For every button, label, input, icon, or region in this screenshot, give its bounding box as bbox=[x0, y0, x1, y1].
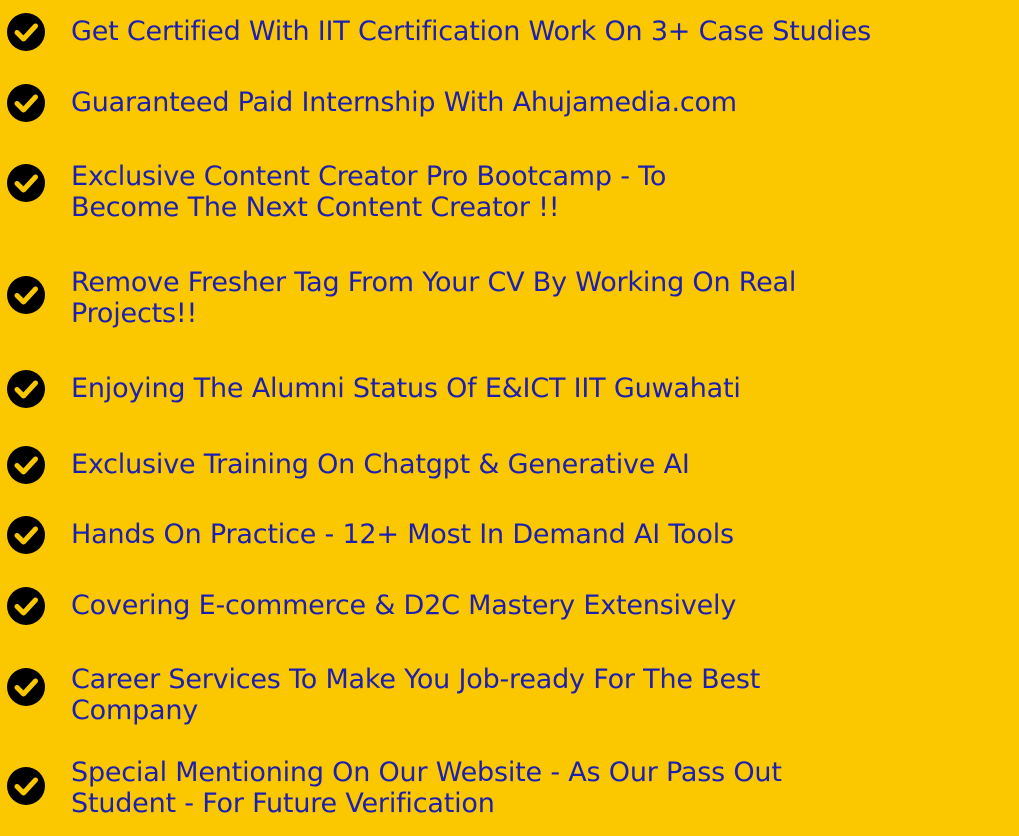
check-circle-icon bbox=[7, 767, 45, 805]
benefits-page: Get Certified With IIT Certification Wor… bbox=[0, 0, 1019, 836]
check-circle-icon bbox=[7, 164, 45, 202]
check-circle-icon bbox=[7, 446, 45, 484]
check-circle-icon bbox=[7, 13, 45, 51]
check-circle-icon bbox=[7, 668, 45, 706]
benefit-label: Enjoying The Alumni Status Of E&ICT IIT … bbox=[71, 373, 741, 404]
benefit-label: Special Mentioning On Our Website - As O… bbox=[71, 757, 782, 819]
check-circle-icon bbox=[7, 84, 45, 122]
benefit-label: Guaranteed Paid Internship With Ahujamed… bbox=[71, 87, 737, 118]
check-circle-icon bbox=[7, 587, 45, 625]
check-circle-icon bbox=[7, 516, 45, 554]
benefit-label: Covering E-commerce & D2C Mastery Extens… bbox=[71, 590, 737, 621]
check-circle-icon bbox=[7, 276, 45, 314]
benefit-label: Exclusive Content Creator Pro Bootcamp -… bbox=[71, 161, 667, 223]
check-circle-icon bbox=[7, 370, 45, 408]
benefit-label: Hands On Practice - 12+ Most In Demand A… bbox=[71, 519, 734, 550]
benefit-label: Get Certified With IIT Certification Wor… bbox=[71, 16, 872, 47]
benefit-label: Career Services To Make You Job-ready Fo… bbox=[71, 664, 761, 726]
benefit-label: Remove Fresher Tag From Your CV By Worki… bbox=[71, 267, 797, 329]
benefit-label: Exclusive Training On Chatgpt & Generati… bbox=[71, 449, 690, 480]
